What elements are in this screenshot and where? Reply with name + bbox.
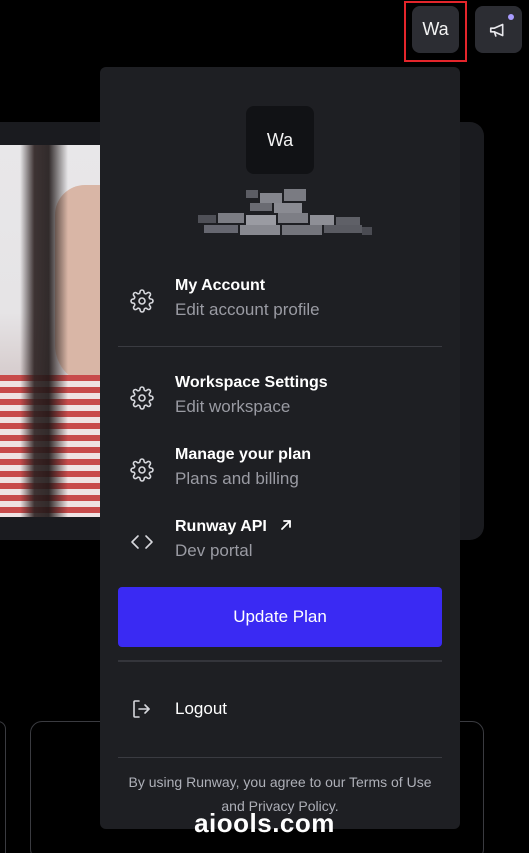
workspace-settings-title: Workspace Settings <box>175 374 328 391</box>
gear-icon <box>130 386 154 410</box>
workspace-settings-subtitle: Edit workspace <box>175 397 291 416</box>
terms-line-1: By using Runway, you agree to our Terms … <box>128 774 432 790</box>
code-icon <box>131 535 153 549</box>
megaphone-icon <box>489 23 503 37</box>
menu-divider <box>118 346 442 347</box>
external-link-icon <box>281 520 292 530</box>
my-account-subtitle: Edit account profile <box>175 300 320 319</box>
menu-item-manage-plan[interactable]: Manage your plan Plans and billing <box>118 444 442 500</box>
runway-api-subtitle: Dev portal <box>175 541 253 560</box>
manage-plan-title: Manage your plan <box>175 446 312 463</box>
gear-icon <box>130 458 154 482</box>
menu-divider <box>118 757 442 758</box>
avatar-highlight-box <box>404 1 467 62</box>
my-account-title: My Account <box>175 277 266 294</box>
menu-divider <box>118 660 442 662</box>
background-image <box>0 145 100 517</box>
logout-icon <box>133 700 150 718</box>
watermark-text: aiools.com <box>194 808 335 838</box>
notification-dot <box>508 14 514 20</box>
image-hair <box>20 145 68 517</box>
announcements-button[interactable] <box>475 6 522 53</box>
menu-item-my-account[interactable]: My Account Edit account profile <box>118 275 442 331</box>
menu-avatar: Wa <box>246 106 314 174</box>
manage-plan-subtitle: Plans and billing <box>175 469 299 488</box>
menu-item-workspace-settings[interactable]: Workspace Settings Edit workspace <box>118 372 442 428</box>
account-dropdown-menu: Wa My Account Edit account profile Works… <box>100 67 460 829</box>
runway-api-title: Runway API <box>175 518 293 536</box>
logout-button[interactable]: Logout <box>118 692 442 726</box>
logout-label: Logout <box>175 699 227 718</box>
update-plan-button[interactable]: Update Plan <box>118 587 442 647</box>
menu-item-runway-api[interactable]: Runway API Dev portal <box>118 516 442 572</box>
gear-icon <box>130 289 154 313</box>
runway-api-label: Runway API <box>175 518 267 535</box>
menu-avatar-initials: Wa <box>266 129 294 150</box>
